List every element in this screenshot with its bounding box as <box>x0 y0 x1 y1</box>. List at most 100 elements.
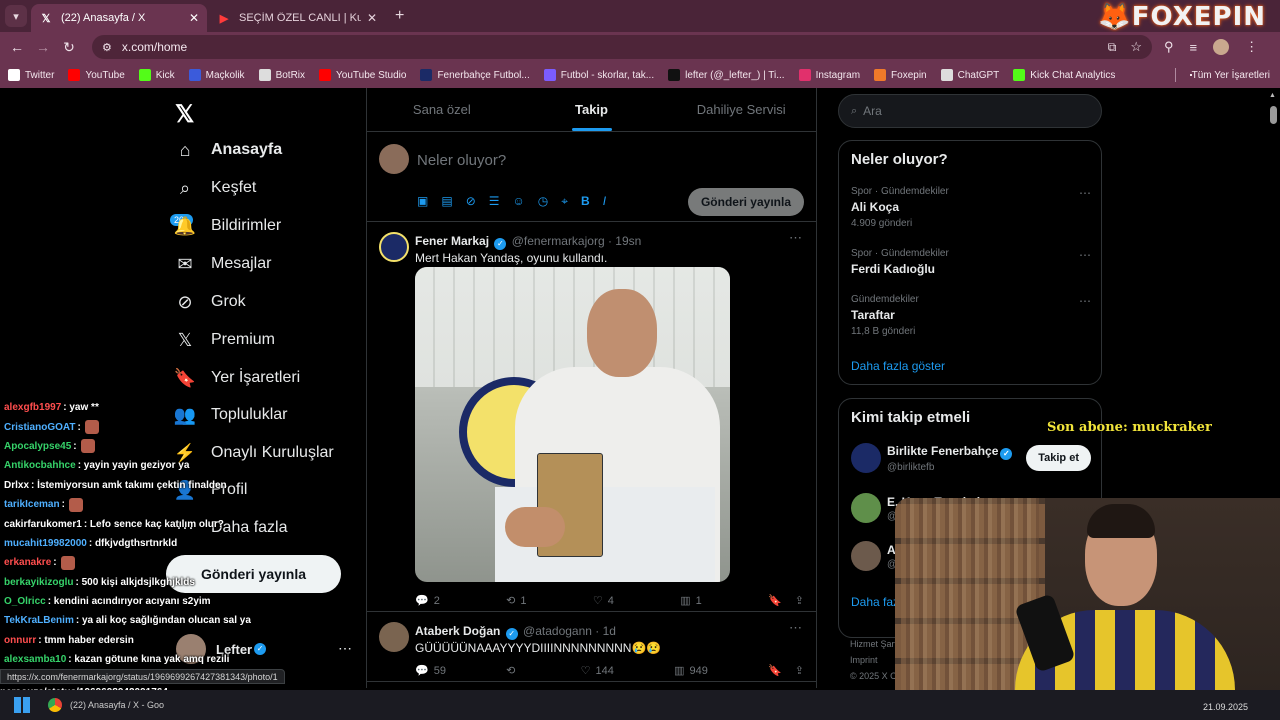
more-icon[interactable]: ⋯ <box>1079 294 1091 308</box>
tweet[interactable]: Fener Markaj ✓ @fenermarkajorg · 19sn ⋯ … <box>367 222 816 612</box>
bookmark-item[interactable]: lefter (@_lefter_) | Ti... <box>668 69 785 81</box>
bookmark-item[interactable]: Twitter <box>8 69 54 81</box>
tab-following[interactable]: Takip <box>517 88 667 131</box>
schedule-icon[interactable]: ◷ <box>538 194 548 209</box>
bookmark-item[interactable]: YouTube Studio <box>319 69 406 81</box>
chat-text: : <box>61 499 65 511</box>
italic-icon[interactable]: I <box>603 194 606 209</box>
follow-button[interactable]: Takip et <box>1026 445 1091 471</box>
back-arrow-icon[interactable]: ← <box>4 39 30 55</box>
bookmark-button[interactable]: 🔖 ⇪ <box>768 664 804 677</box>
install-app-icon[interactable]: ⧉ <box>1108 40 1117 55</box>
like-button[interactable]: ♡ 144 <box>581 664 614 678</box>
nav-item[interactable]: ⌕ Keşfet <box>175 178 256 198</box>
bookmark-item[interactable]: Futbol - skorlar, tak... <box>543 69 654 81</box>
more-icon[interactable]: ⋯ <box>789 230 802 246</box>
os-taskbar: (22) Anasayfa / X - Goo 21.09.2025 <box>0 690 1280 720</box>
share-icon[interactable]: ⇪ <box>795 664 804 677</box>
extensions-icon[interactable]: ⚲ <box>1164 39 1174 55</box>
media-icon[interactable]: ≡ <box>1190 40 1198 55</box>
browser-tab-youtube[interactable]: ▶ SEÇİM ÖZEL CANLI | Kulübü ✕ <box>209 4 385 32</box>
show-more-link[interactable]: Daha fazla göster <box>851 359 945 373</box>
close-icon[interactable]: ✕ <box>189 11 199 25</box>
star-icon[interactable]: ☆ <box>1130 39 1142 55</box>
bold-icon[interactable]: B <box>581 194 590 209</box>
nav-item[interactable]: ⌂ Anasayfa <box>175 140 283 160</box>
all-bookmarks[interactable]: Tüm Yer İşaretleri <box>1189 70 1270 81</box>
show-more-link[interactable]: Daha faz <box>851 595 899 609</box>
emoji-icon[interactable]: ☺ <box>513 194 525 209</box>
location-icon[interactable]: ⌖ <box>561 194 568 209</box>
composer-post-button[interactable]: Gönderi yayınla <box>687 188 804 216</box>
address-bar[interactable]: ⚙ x.com/home ⧉ ☆ <box>92 35 1152 59</box>
nav-item[interactable]: ✉ Mesajlar <box>175 254 271 274</box>
bookmark-item[interactable]: ChatGPT <box>940 69 999 81</box>
profile-avatar[interactable] <box>1213 39 1230 55</box>
trend-item[interactable]: Spor · Gündemdekiler Ali Koça 4.909 gönd… <box>851 186 1091 229</box>
bookmark-item[interactable]: Maçkolik <box>188 69 245 81</box>
bell-icon: 🔔 <box>173 215 197 236</box>
nav-item[interactable]: 🔖 Yer İşaretleri <box>174 368 300 388</box>
close-icon[interactable]: ✕ <box>367 11 377 25</box>
grok-icon[interactable]: ⊘ <box>466 194 476 209</box>
footer-link[interactable]: Imprint <box>850 652 897 668</box>
views-button[interactable]: ▥ 949 <box>674 664 708 678</box>
bookmark-item[interactable]: Kick <box>138 69 175 81</box>
browser-tab-x[interactable]: 𝕏 (22) Anasayfa / X ✕ <box>31 4 207 32</box>
nav-item[interactable]: 🔔 Bildirimler <box>173 215 281 236</box>
bookmark-item[interactable]: YouTube <box>68 69 125 81</box>
reload-icon[interactable]: ↻ <box>56 39 82 56</box>
composer-input[interactable]: Neler oluyor? <box>417 152 506 169</box>
bookmark-button[interactable]: 🔖 ⇪ <box>768 594 804 607</box>
trend-item[interactable]: Gündemdekiler Taraftar 11,8 B gönderi ⋯ <box>851 294 1091 337</box>
more-icon[interactable]: ⋯ <box>789 620 802 636</box>
more-icon[interactable]: ⋯ <box>338 640 352 657</box>
search-input[interactable]: ⌕ Ara <box>838 94 1102 128</box>
tweet-author-name[interactable]: Ataberk Doğan <box>415 624 500 638</box>
fenerbahce-icon <box>420 69 433 81</box>
views-button[interactable]: ▥ 1 <box>680 594 702 608</box>
nav-item[interactable]: ⊘ Grok <box>175 292 245 312</box>
follow-suggestion[interactable]: Birlikte Fenerbahçe ✓ @birliktefb Takip e… <box>851 443 1091 473</box>
reply-button[interactable]: 💬 59 <box>415 664 446 678</box>
tweet-photo[interactable] <box>415 267 730 582</box>
site-info-icon[interactable]: ⚙ <box>102 41 112 54</box>
share-icon[interactable]: ⇪ <box>795 594 804 607</box>
bookmark-item[interactable]: Fenerbahçe Futbol... <box>420 69 530 81</box>
like-button[interactable]: ♡ 4 <box>593 594 614 608</box>
taskbar-chrome-app[interactable]: (22) Anasayfa / X - Goo <box>48 694 164 716</box>
tweet-handle[interactable]: @atadogann <box>523 624 592 638</box>
tab-search-button[interactable]: ▾ <box>5 5 27 27</box>
forward-arrow-icon[interactable]: → <box>30 39 56 55</box>
chat-username: alexsamba10 <box>4 654 67 666</box>
more-icon[interactable]: ⋯ <box>1079 186 1091 200</box>
x-logo-icon[interactable]: 𝕏 <box>175 100 194 129</box>
tab-dahiliye-servisi[interactable]: Dahiliye Servisi <box>666 88 816 131</box>
tweet-time[interactable]: · 19sn <box>608 234 641 248</box>
new-tab-button[interactable]: + <box>395 7 404 25</box>
repost-button[interactable]: ⟲ <box>506 664 520 677</box>
tweet-time[interactable]: · 1d <box>595 624 616 638</box>
tweet-author-name[interactable]: Fener Markaj <box>415 234 489 248</box>
more-icon[interactable]: ⋯ <box>1079 248 1091 262</box>
poll-icon[interactable]: ☰ <box>489 194 500 209</box>
nav-item[interactable]: 𝕏 Premium <box>175 330 275 350</box>
repost-button[interactable]: ⟲ 1 <box>506 594 526 608</box>
tab-for-you[interactable]: Sana özel <box>367 88 517 131</box>
menu-icon[interactable]: ⋮ <box>1245 39 1258 55</box>
gif-icon[interactable]: ▤ <box>441 194 452 209</box>
bookmark-item[interactable]: BotRix <box>258 69 305 81</box>
scrollbar-thumb[interactable] <box>1270 106 1277 124</box>
scroll-up-icon[interactable]: ▲ <box>1269 92 1276 99</box>
image-icon[interactable]: ▣ <box>417 194 428 209</box>
footer-link[interactable]: Hizmet Şart <box>850 636 897 652</box>
reply-button[interactable]: 💬 2 <box>415 594 440 608</box>
bookmark-item[interactable]: Foxepin <box>874 69 927 81</box>
tweet[interactable]: Ataberk Doğan ✓ @atadogann · 1d ⋯ GÜÜÜÜÜ… <box>367 612 816 682</box>
bookmark-item[interactable]: Instagram <box>798 69 860 81</box>
chat-message: cakirfarukomer1 : Lefo sence kaç katılım… <box>4 514 240 533</box>
tweet-handle[interactable]: @fenermarkajorg <box>512 234 605 248</box>
bookmark-item[interactable]: Kick Chat Analytics <box>1013 69 1115 81</box>
trend-item[interactable]: Spor · Gündemdekiler Ferdi Kadıoğlu ⋯ <box>851 248 1091 276</box>
windows-start-icon[interactable] <box>14 697 30 713</box>
